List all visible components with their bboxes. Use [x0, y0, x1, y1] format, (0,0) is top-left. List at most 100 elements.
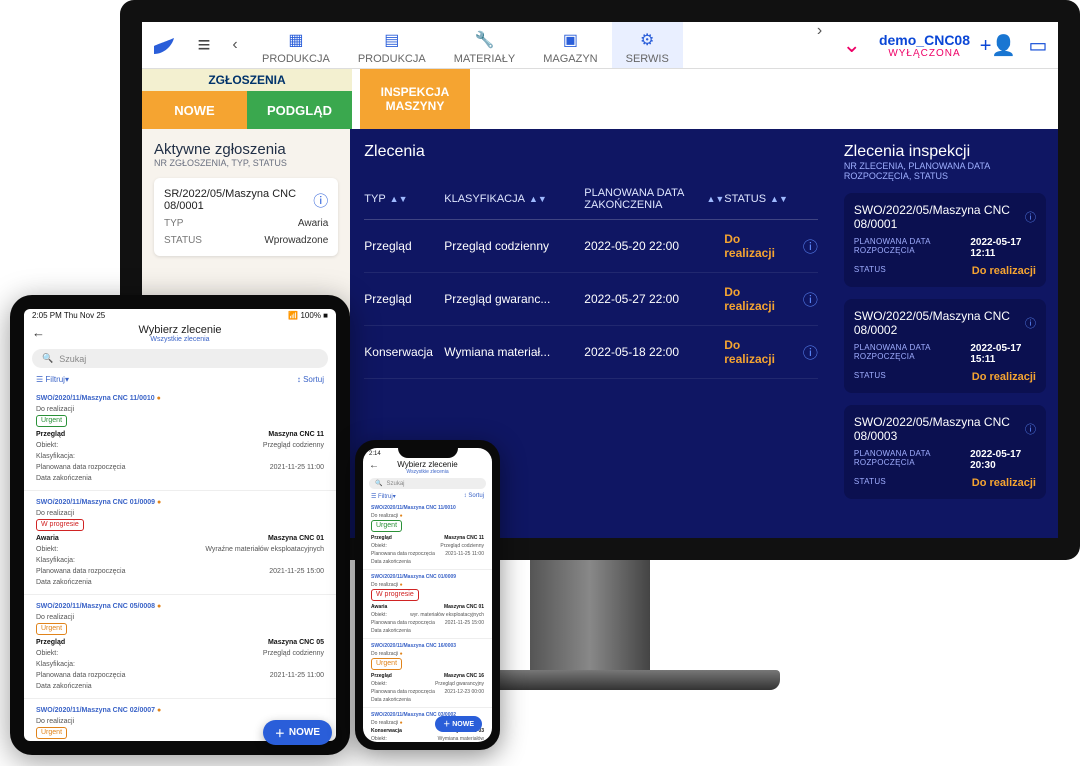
tab-label: MAGAZYN: [543, 53, 597, 65]
tab-label: PRODUKCJA: [358, 53, 426, 65]
chat-button[interactable]: ▭: [1018, 33, 1058, 58]
podglad-button[interactable]: PODGLĄD: [247, 91, 352, 129]
item-status: Do realizacji ●: [371, 512, 484, 520]
tab-serwis[interactable]: ⚙ SERWIS: [612, 22, 683, 68]
td-klas: Przegląd gwaranc...: [444, 292, 584, 306]
list-item[interactable]: SWO/2020/11/Maszyna CNC 16/0003Do realiz…: [363, 639, 492, 708]
tablet-fab-new[interactable]: ＋ NOWE: [263, 720, 332, 741]
col-data[interactable]: PLANOWANA DATA ZAKOŃCZENIA: [584, 187, 702, 211]
inspekcja-card[interactable]: SWO/2022/05/Maszyna CNC 08/0003ⓘPLANOWAN…: [844, 405, 1046, 499]
sub-nav: ZGŁOSZENIA NOWE PODGLĄD INSPEKCJA MASZYN…: [142, 69, 1058, 129]
tab-materiały[interactable]: 🔧MATERIAŁY: [440, 22, 530, 68]
list-item[interactable]: SWO/2020/11/Maszyna CNC 01/0009 ●Do real…: [24, 491, 336, 595]
list-item[interactable]: SWO/2020/11/Maszyna CNC 11/0010 ●Do real…: [24, 387, 336, 491]
item-typ: Przegląd: [36, 431, 65, 438]
tab-produkcja[interactable]: ▦PRODUKCJA: [248, 22, 344, 68]
zgloszenie-card[interactable]: SR/2022/05/Maszyna CNC 08/0001 ⓘ TYP Awa…: [154, 178, 338, 256]
date-label: Planowana data rozpoczęcia: [36, 568, 126, 575]
add-user-button[interactable]: +👤: [978, 33, 1018, 58]
list-item[interactable]: SWO/2020/11/Maszyna CNC 05/0008 ●Do real…: [24, 595, 336, 699]
col-klasyfikacja[interactable]: KLASYFIKACJA: [444, 193, 525, 205]
list-item[interactable]: SWO/2020/11/Maszyna CNC 01/0009Do realiz…: [363, 570, 492, 639]
item-nr: SWO/2020/11/Maszyna CNC 01/0009 ●: [36, 497, 324, 508]
status-label: STATUS: [854, 477, 886, 489]
nowe-button[interactable]: NOWE: [142, 91, 247, 129]
inspekcja-card[interactable]: SWO/2022/05/Maszyna CNC 08/0001ⓘPLANOWAN…: [844, 193, 1046, 287]
table-row[interactable]: PrzeglądPrzegląd codzienny2022-05-20 22:…: [364, 220, 818, 273]
device-status: WYŁĄCZONA: [879, 48, 970, 59]
zak-label: Data zakończenia: [371, 627, 484, 635]
info-icon[interactable]: ⓘ: [1025, 421, 1036, 437]
card-nr: SWO/2022/05/Maszyna CNC 08/0001: [854, 203, 1025, 231]
col-status[interactable]: STATUS: [724, 193, 766, 205]
item-typ: Przegląd: [371, 535, 392, 541]
td-typ: Przegląd: [364, 239, 444, 253]
status-badge: Urgent: [36, 415, 67, 427]
status-badge: Urgent: [371, 658, 402, 670]
sort-button[interactable]: ↕ Sortuj: [464, 493, 484, 500]
item-machine: Maszyna CNC 11: [268, 431, 324, 438]
tablet-search-input[interactable]: 🔍 Szukaj: [32, 349, 328, 368]
status-badge: W progresie: [36, 519, 84, 531]
td-typ: Przegląd: [364, 292, 444, 306]
item-nr: SWO/2020/11/Maszyna CNC 05/0008 ●: [36, 601, 324, 612]
zak-label: Data zakończenia: [371, 696, 484, 704]
item-status: Do realizacji ●: [371, 650, 484, 658]
info-icon[interactable]: ⓘ: [1025, 209, 1036, 225]
gears-icon: ⚙: [626, 30, 669, 50]
item-klas: Przegląd codzienny: [263, 648, 324, 659]
info-icon[interactable]: ⓘ: [313, 190, 328, 211]
phone-fab-new[interactable]: ＋ NOWE: [435, 716, 482, 732]
inspekcja-button[interactable]: INSPEKCJA MASZYNY: [360, 69, 470, 129]
col-typ[interactable]: TYP: [364, 193, 385, 205]
filter-button[interactable]: ☰ Filtruj▾: [36, 375, 69, 384]
td-typ: Konserwacja: [364, 345, 444, 359]
item-machine: Maszyna CNC 01: [268, 535, 324, 542]
tab-label: PRODUKCJA: [262, 53, 330, 65]
device-selector[interactable]: demo_CNC08 WYŁĄCZONA: [871, 28, 978, 63]
item-nr: SWO/2020/11/Maszyna CNC 11/0010 ●: [36, 393, 324, 404]
info-icon[interactable]: ⓘ: [803, 345, 818, 362]
back-icon[interactable]: ←: [369, 460, 379, 471]
device-dropdown-icon[interactable]: ⌄: [833, 32, 871, 58]
list-item[interactable]: SWO/2020/11/Maszyna CNC 11/0010Do realiz…: [363, 501, 492, 570]
zlecenia-table-header: TYP▲▼ KLASYFIKACJA▲▼ PLANOWANA DATA ZAKO…: [364, 187, 818, 220]
phone-notch: [398, 448, 458, 458]
obiekt-label: Obiekt:: [36, 546, 58, 553]
tab-produkcja[interactable]: ▤ PRODUKCJA: [344, 22, 440, 68]
item-typ: Awaria: [371, 604, 387, 610]
phone-title: Wybierz zlecenie: [363, 460, 492, 469]
item-machine: Maszyna CNC 01: [444, 603, 484, 611]
menu-icon[interactable]: ≡: [186, 32, 222, 58]
table-row[interactable]: PrzeglądPrzegląd gwaranc...2022-05-27 22…: [364, 273, 818, 326]
info-icon[interactable]: ⓘ: [803, 239, 818, 256]
inspekcja-card[interactable]: SWO/2022/05/Maszyna CNC 08/0002ⓘPLANOWAN…: [844, 299, 1046, 393]
table-row[interactable]: KonserwacjaWymiana materiał...2022-05-18…: [364, 326, 818, 379]
klas-label: Klasyfikacja:: [36, 661, 75, 668]
tab-magazyn[interactable]: ▣MAGAZYN: [529, 22, 611, 68]
tablet-battery: 📶 100% ■: [288, 311, 328, 320]
sort-button[interactable]: ↕ Sortuj: [297, 375, 324, 384]
info-icon[interactable]: ⓘ: [1025, 315, 1036, 331]
tab-label: SERWIS: [626, 53, 669, 65]
date-label: Planowana data rozpoczęcia: [371, 551, 435, 557]
filter-button[interactable]: ☰ Filtruj▾: [371, 493, 396, 500]
zak-label: Data zakończenia: [36, 681, 324, 692]
info-icon[interactable]: ⓘ: [803, 292, 818, 309]
left-title: Aktywne zgłoszenia: [154, 141, 338, 158]
status-value: Do realizacji: [972, 265, 1036, 277]
phone-device: 2:14 ← Wybierz zlecenie Wszystkie zlecen…: [355, 440, 500, 750]
phone-search-input[interactable]: 🔍 Szukaj: [369, 478, 486, 489]
prev-tab-button[interactable]: ‹: [222, 36, 248, 54]
item-status: Do realizacji ●: [371, 581, 484, 589]
back-icon[interactable]: ←: [32, 325, 45, 340]
device-name: demo_CNC08: [879, 32, 970, 48]
next-tab-button[interactable]: ›: [807, 22, 833, 68]
date-value: 2022-05-17 12:11: [970, 237, 1036, 259]
item-date: 2021-11-25 11:00: [270, 462, 324, 473]
item-nr: SWO/2020/11/Maszyna CNC 16/0003: [371, 642, 484, 650]
status-label: STATUS: [854, 265, 886, 277]
zak-label: Data zakończenia: [36, 577, 324, 588]
list-icon: ▤: [358, 30, 426, 50]
phone-search-placeholder: Szukaj: [386, 481, 404, 487]
